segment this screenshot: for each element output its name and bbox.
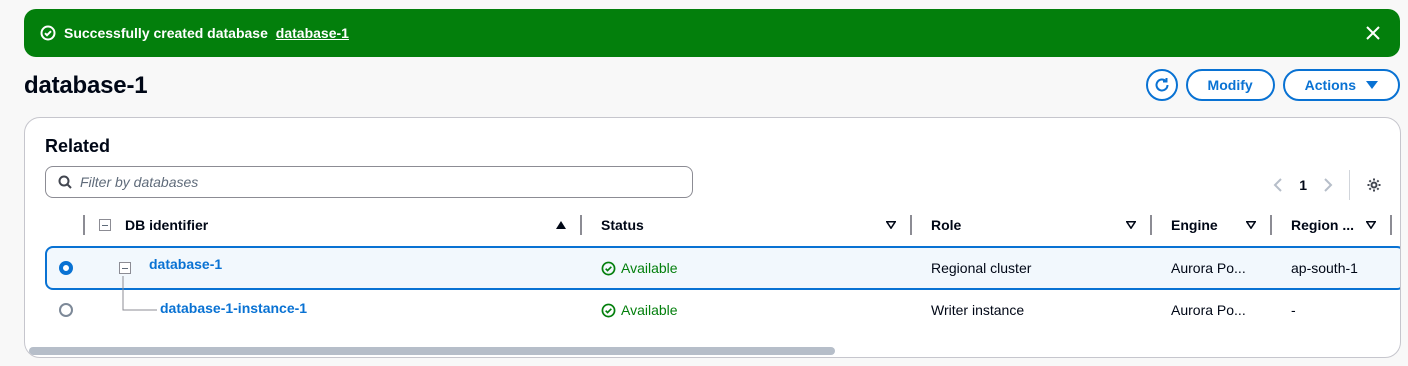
page-number[interactable]: 1: [1299, 177, 1307, 193]
column-header-status[interactable]: Status: [601, 210, 644, 240]
table-row[interactable]: database-1 Available Regional cluster Au…: [45, 246, 1400, 290]
sort-down-icon[interactable]: [1366, 221, 1376, 229]
check-circle-icon: [40, 25, 56, 41]
success-flash-banner: Successfully created database database-1: [24, 9, 1400, 57]
row-radio-selected[interactable]: [59, 261, 73, 275]
role-cell: Regional cluster: [931, 260, 1032, 276]
region-cell: -: [1291, 302, 1296, 318]
sort-ascending-icon[interactable]: [556, 221, 566, 229]
chevron-left-icon[interactable]: [1273, 178, 1283, 192]
refresh-icon: [1155, 78, 1169, 92]
status-cell: Available: [601, 290, 678, 330]
sort-down-icon[interactable]: [1246, 221, 1256, 229]
column-divider: [580, 215, 582, 235]
column-divider: [1390, 215, 1392, 235]
related-container: Related 1 DB identifier Status Role Engi…: [24, 117, 1401, 358]
engine-cell: Aurora Po...: [1171, 260, 1246, 276]
chevron-right-icon[interactable]: [1323, 178, 1333, 192]
column-divider: [910, 215, 912, 235]
status-text: Available: [621, 260, 678, 276]
status-text: Available: [621, 302, 678, 318]
check-circle-icon: [601, 261, 616, 275]
flash-database-link[interactable]: database-1: [276, 25, 349, 41]
column-header-role[interactable]: Role: [931, 210, 961, 240]
pagination: 1: [1273, 170, 1382, 200]
column-header-engine[interactable]: Engine: [1171, 210, 1218, 240]
engine-cell: Aurora Po...: [1171, 302, 1246, 318]
search-input[interactable]: [80, 174, 640, 190]
select-all-toggle[interactable]: [99, 210, 111, 240]
search-field[interactable]: [45, 166, 693, 198]
modify-button[interactable]: Modify: [1185, 69, 1275, 101]
close-icon[interactable]: [1364, 24, 1382, 42]
actions-button[interactable]: Actions: [1282, 69, 1400, 101]
table-header: DB identifier Status Role Engine Region …: [25, 210, 1400, 240]
role-cell: Writer instance: [931, 302, 1025, 318]
collapse-row-icon[interactable]: [119, 262, 131, 274]
column-header-db-identifier[interactable]: DB identifier: [125, 210, 208, 240]
actions-button-label: Actions: [1304, 77, 1356, 93]
flash-message-text: Successfully created database: [64, 25, 268, 41]
sort-down-icon[interactable]: [1126, 221, 1136, 229]
header-actions: Modify Actions: [1145, 69, 1400, 101]
region-cell: ap-south-1: [1291, 260, 1358, 276]
modify-button-label: Modify: [1207, 77, 1253, 93]
column-divider: [1150, 215, 1152, 235]
refresh-button[interactable]: [1145, 69, 1178, 101]
column-header-region[interactable]: Region ...: [1291, 210, 1354, 240]
table-row[interactable]: database-1-instance-1 Available Writer i…: [25, 290, 1400, 334]
related-heading: Related: [45, 136, 111, 156]
gear-icon[interactable]: [1366, 177, 1382, 193]
collapse-all-icon: [99, 219, 111, 231]
column-divider: [1270, 215, 1272, 235]
search-icon: [58, 175, 72, 189]
flash-message: Successfully created database database-1: [64, 25, 349, 41]
page-title: database-1: [24, 72, 148, 99]
db-identifier-link[interactable]: database-1-instance-1: [160, 288, 307, 328]
column-divider: [83, 215, 85, 235]
horizontal-scrollbar[interactable]: [29, 347, 835, 355]
caret-down-icon: [1366, 81, 1378, 89]
check-circle-icon: [601, 303, 616, 317]
status-cell: Available: [601, 248, 678, 288]
sort-down-icon[interactable]: [886, 221, 896, 229]
row-radio[interactable]: [59, 303, 73, 317]
pager-divider: [1349, 170, 1350, 200]
